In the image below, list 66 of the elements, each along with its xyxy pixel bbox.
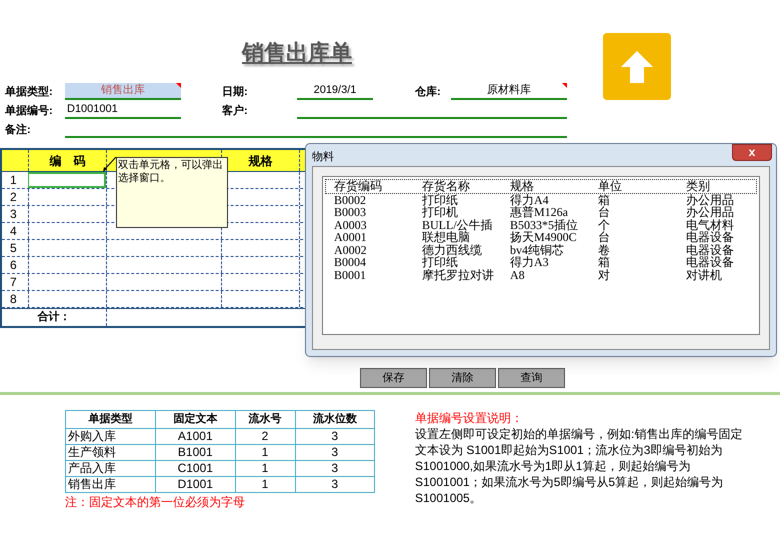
list-box[interactable]: 存货编码 存货名称 规格 单位 类别 B0002 打印纸 得力A4 箱 办公用品 B0003 打印机 惠普M126a 台 办公用品 A0003 BULL/公牛插 B5033*5插位 个 电气材料 A0001 联想电脑 扬天M4900C 台 电器设备 A0002 德力西线缆 bv4纯铜芯 卷 电器设备 B0004 打印纸 得力A3 箱 电器设备 B0001 摩托罗拉对讲 A8 对 对讲机 xyxy=(322,176,760,335)
input-field[interactable]: D1001001 xyxy=(65,102,181,119)
list-item[interactable]: A0002 德力西线缆 bv4纯铜芯 卷 电器设备 xyxy=(325,244,757,256)
table-cell: 3 xyxy=(295,428,374,444)
column-header: 存货名称 xyxy=(421,180,471,192)
table-cell: 销售出库 xyxy=(66,476,156,492)
column-header: 存货编码 xyxy=(333,180,383,192)
input-field[interactable]: 原材料库 xyxy=(451,83,567,100)
comment-tooltip: 双击单元格，可以弹出选择窗口。 xyxy=(116,157,228,228)
table-cell: 1 xyxy=(235,460,296,476)
comment-marker-icon xyxy=(562,83,567,88)
table-cell[interactable] xyxy=(28,172,106,188)
row-number: 5 xyxy=(9,240,18,256)
close-button[interactable]: x xyxy=(732,144,772,161)
table-cell: 产品入库 xyxy=(66,460,156,476)
list-item[interactable]: B0001 摩托罗拉对讲 A8 对 对讲机 xyxy=(325,268,757,281)
field-label: 客户: xyxy=(222,104,248,116)
column-header: 类别 xyxy=(685,180,711,192)
table-cell: D1001 xyxy=(156,476,235,492)
form-title: 销售出库单 xyxy=(242,39,352,67)
explanation-text: 设置左侧即可设定初始的单据编号，例如:销售出库的编号固定文本设为 S1001即起始为S1001；流水位为3即编号初始为S1001000,如果流水号为1即从1算起，则起始编号为S1001001；如果流水号为5即编号从5算起，则起始编号为S1001005。 xyxy=(415,426,744,506)
table-cell: 3 xyxy=(295,444,374,460)
table-cell: A1001 xyxy=(156,428,235,444)
table-cell: 2 xyxy=(235,428,296,444)
form-button[interactable]: 清除 xyxy=(429,368,496,388)
field-label: 仓库: xyxy=(415,86,441,98)
comment-marker-icon xyxy=(176,83,181,88)
column-header: 单位 xyxy=(597,180,623,192)
column-header: 单据类型 xyxy=(66,410,156,428)
form-button[interactable]: 保存 xyxy=(360,368,427,388)
form-button[interactable]: 查询 xyxy=(498,368,565,388)
row-number: 8 xyxy=(9,291,18,307)
table-cell: 3 xyxy=(295,476,374,492)
column-header: 流水位数 xyxy=(295,410,374,428)
field-label: 单据编号: xyxy=(5,104,53,116)
leader-line xyxy=(102,157,117,173)
list-item[interactable]: B0004 打印纸 得力A3 箱 电器设备 xyxy=(325,256,757,268)
table-cell: 1 xyxy=(235,476,296,492)
column-header: 固定文本 xyxy=(156,410,235,428)
total-label: 合计： xyxy=(38,310,70,326)
upload-icon[interactable] xyxy=(603,33,671,100)
row-number: 6 xyxy=(9,257,18,273)
field-label: 日期: xyxy=(222,86,248,98)
table-cell: 3 xyxy=(295,460,374,476)
table-cell: 1 xyxy=(235,444,296,460)
field-label: 单据类型: xyxy=(5,86,53,98)
column-header: 规格 xyxy=(509,180,535,192)
table-cell: B1001 xyxy=(156,444,235,460)
explanation-title: 单据编号设置说明： xyxy=(415,410,524,426)
note-text: 注：固定文本的第一位必须为字母 xyxy=(65,494,246,510)
row-number: 7 xyxy=(9,274,18,290)
column-header: 流水号 xyxy=(235,410,296,428)
field-label: 备注: xyxy=(5,124,31,136)
list-item[interactable]: A0001 联想电脑 扬天M4900C 台 电器设备 xyxy=(325,231,757,244)
row-number: 2 xyxy=(9,189,18,205)
list-item[interactable]: A0003 BULL/公牛插 B5033*5插位 个 电气材料 xyxy=(325,218,757,231)
table-cell: 外购入库 xyxy=(66,428,156,444)
dialog-title: 物料 xyxy=(312,150,334,165)
row-number: 1 xyxy=(9,172,18,188)
input-field[interactable]: 2019/3/1 xyxy=(297,83,373,100)
list-item[interactable]: B0002 打印纸 得力A4 箱 办公用品 xyxy=(325,194,757,206)
list-item[interactable]: B0003 打印机 惠普M126a 台 办公用品 xyxy=(325,206,757,218)
table-cell: C1001 xyxy=(156,460,235,476)
table-cell: 生产领料 xyxy=(66,444,156,460)
row-number: 4 xyxy=(9,223,18,239)
row-number: 3 xyxy=(9,206,18,222)
